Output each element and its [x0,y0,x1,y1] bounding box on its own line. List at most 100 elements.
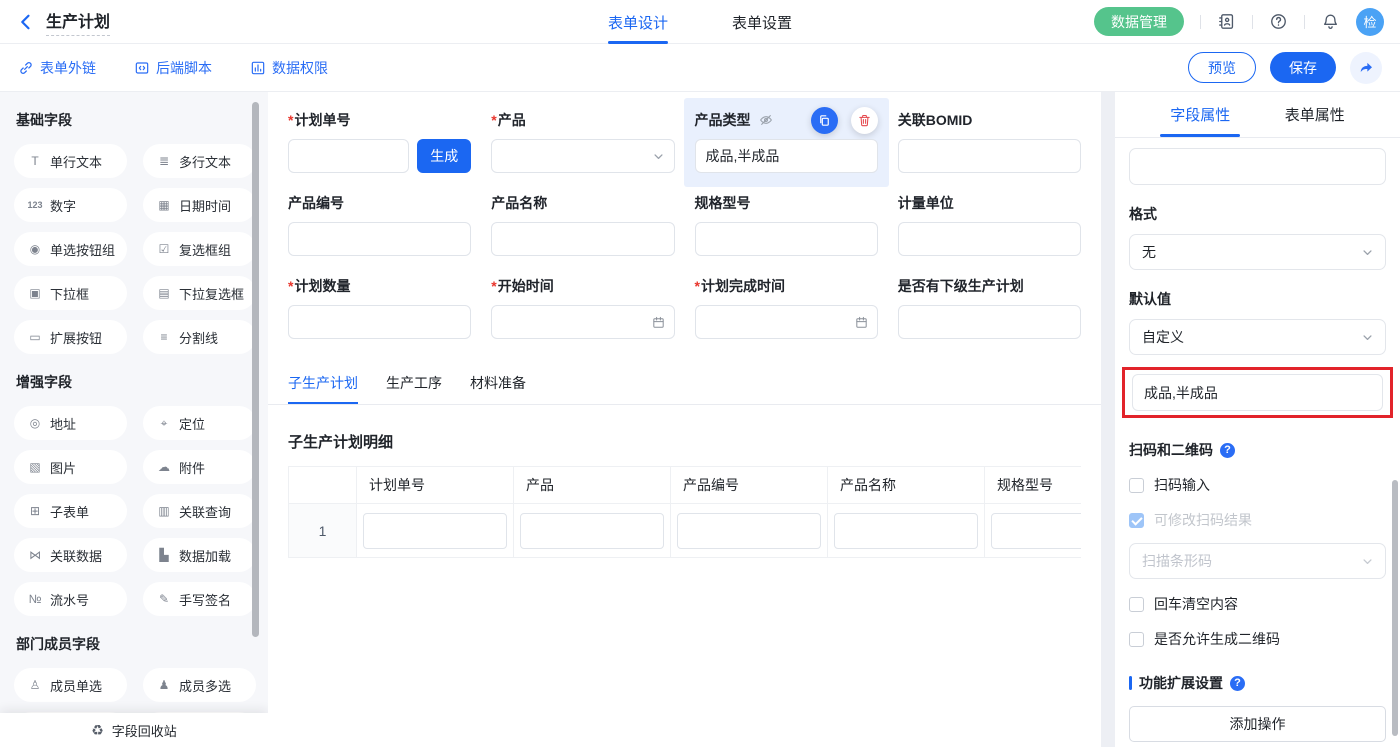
data-load-chart-icon: ▙ [156,548,172,562]
user-avatar[interactable]: 检 [1356,8,1384,36]
scan-input-checkbox[interactable] [1129,478,1144,493]
palette-item-attachment[interactable]: ☁附件 [143,450,256,484]
palette-item-number[interactable]: 123数字 [14,188,127,222]
palette-item-subform[interactable]: ⊞子表单 [14,494,127,528]
notification-bell-icon[interactable] [1321,12,1340,31]
header-tabs: 表单设计 表单设置 [608,0,792,44]
palette-item-single-line-text[interactable]: T单行文本 [14,144,127,178]
palette-item-member-multi[interactable]: ♟成员多选 [143,668,256,702]
help-icon[interactable] [1269,12,1288,31]
address-pin-icon: ◎ [27,416,43,430]
palette-item-image[interactable]: ▧图片 [14,450,127,484]
field-recycle-bin[interactable]: ♻ 字段回收站 [0,713,268,747]
cell-product-name-input[interactable] [834,513,978,549]
format-select[interactable]: 无 [1129,234,1386,270]
palette-item-multi-line-text[interactable]: ≣多行文本 [143,144,256,178]
tab-form-settings[interactable]: 表单设置 [732,0,792,44]
cell-product-code-input[interactable] [677,513,821,549]
allow-qrcode-checkbox-row[interactable]: 是否允许生成二维码 [1129,629,1386,649]
plan-no-input[interactable] [288,139,409,173]
plan-qty-input[interactable] [288,305,471,339]
field-plan-no[interactable]: 计划单号 生成 [288,110,471,173]
pen-signature-icon: ✎ [156,592,172,606]
panel-top-input[interactable] [1129,148,1386,185]
product-select[interactable] [491,139,674,173]
palette-item-radio-group[interactable]: ◉单选按钮组 [14,232,127,266]
help-circle-icon[interactable]: ? [1230,676,1245,691]
backend-script-action[interactable]: 后端脚本 [134,58,212,78]
tab-form-design[interactable]: 表单设计 [608,0,668,44]
tab-form-properties[interactable]: 表单属性 [1285,92,1345,137]
clear-on-enter-checkbox[interactable] [1129,597,1144,612]
palette-item-member-single[interactable]: ♙成员单选 [14,668,127,702]
add-action-button[interactable]: 添加操作 [1129,706,1386,742]
palette-item-relation-data[interactable]: ⋈关联数据 [14,538,127,572]
cell-spec-input[interactable] [991,513,1081,549]
col-product-name: 产品名称 [828,467,985,504]
preview-button[interactable]: 预览 [1188,52,1256,83]
back-button[interactable] [16,12,36,32]
bom-id-input[interactable] [898,139,1081,173]
has-sub-plan-input[interactable] [898,305,1081,339]
external-link-action[interactable]: 表单外链 [18,58,96,78]
tab-production-process[interactable]: 生产工序 [386,373,442,404]
palette-item-extend-button[interactable]: ▭扩展按钮 [14,320,127,354]
cell-plan-no-input[interactable] [363,513,507,549]
field-bom-id[interactable]: 关联BOMID [898,110,1081,173]
clear-on-enter-checkbox-row[interactable]: 回车清空内容 [1129,594,1386,614]
field-start-time[interactable]: 开始时间 [491,276,674,339]
product-name-input[interactable] [491,222,674,256]
copy-field-button[interactable] [811,107,838,134]
field-product-name[interactable]: 产品名称 [491,193,674,256]
allow-qrcode-checkbox[interactable] [1129,632,1144,647]
field-unit[interactable]: 计量单位 [898,193,1081,256]
scan-input-checkbox-row[interactable]: 扫码输入 [1129,475,1386,495]
section-title-basic-fields: 基础字段 [16,110,256,130]
field-finish-time[interactable]: 计划完成时间 [695,276,878,339]
palette-item-relation-query[interactable]: ▥关联查询 [143,494,256,528]
sidebar-scrollbar[interactable] [252,102,259,637]
default-value-select[interactable]: 自定义 [1129,319,1386,355]
field-label: 产品名称 [491,193,547,213]
palette-item-address[interactable]: ◎地址 [14,406,127,440]
unit-input[interactable] [898,222,1081,256]
data-permission-action[interactable]: 数据权限 [250,58,328,78]
tab-field-properties[interactable]: 字段属性 [1170,92,1230,137]
contact-book-icon[interactable] [1217,12,1236,31]
field-product-type-selected[interactable]: 产品类型 [695,110,878,173]
subtable-title: 子生产计划明细 [288,431,1081,452]
field-product[interactable]: 产品 [491,110,674,173]
data-manage-button[interactable]: 数据管理 [1094,7,1184,36]
default-value-input[interactable] [1132,374,1383,411]
product-code-input[interactable] [288,222,471,256]
generate-button[interactable]: 生成 [417,139,471,173]
start-time-input[interactable] [491,305,674,339]
palette-item-datetime[interactable]: ▦日期时间 [143,188,256,222]
delete-field-button[interactable] [851,107,878,134]
palette-item-multi-dropdown[interactable]: ▤下拉复选框 [143,276,256,310]
field-product-code[interactable]: 产品编号 [288,193,471,256]
panel-scrollbar[interactable] [1392,480,1398,736]
palette-item-checkbox-group[interactable]: ☑复选框组 [143,232,256,266]
product-type-input[interactable] [695,139,878,173]
field-has-sub-plan[interactable]: 是否有下级生产计划 [898,276,1081,339]
finish-time-input[interactable] [695,305,878,339]
palette-item-signature[interactable]: ✎手写签名 [143,582,256,616]
help-circle-icon[interactable]: ? [1220,443,1235,458]
palette-item-divider-line[interactable]: ≡分割线 [143,320,256,354]
field-label: 规格型号 [695,193,751,213]
cell-product-input[interactable] [520,513,664,549]
barcode-type-select: 扫描条形码 [1129,543,1386,579]
palette-item-serial-number[interactable]: №流水号 [14,582,127,616]
palette-item-location[interactable]: ⌖定位 [143,406,256,440]
save-button[interactable]: 保存 [1270,52,1336,83]
tab-material-prepare[interactable]: 材料准备 [470,373,526,404]
external-link-label: 表单外链 [40,58,96,78]
tab-sub-production-plan[interactable]: 子生产计划 [288,373,358,404]
spec-input[interactable] [695,222,878,256]
share-button[interactable] [1350,52,1382,84]
field-spec[interactable]: 规格型号 [695,193,878,256]
field-plan-qty[interactable]: 计划数量 [288,276,471,339]
palette-item-dropdown[interactable]: ▣下拉框 [14,276,127,310]
palette-item-data-load[interactable]: ▙数据加载 [143,538,256,572]
